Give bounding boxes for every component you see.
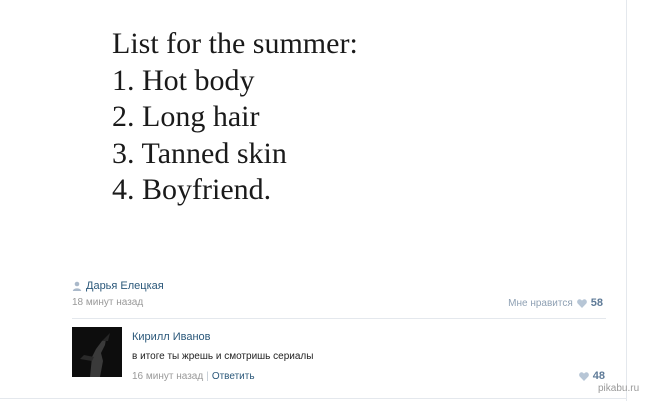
comment-like-count: 48: [592, 370, 605, 382]
comment-author[interactable]: Кирилл Иванов: [132, 331, 211, 343]
divider: [72, 318, 606, 319]
comment-like-button[interactable]: 48: [578, 370, 605, 382]
post-timestamp[interactable]: 18 минут назад: [72, 297, 143, 308]
like-count: 58: [590, 297, 603, 309]
reply-link[interactable]: Ответить: [212, 371, 255, 382]
image-text-line: 1. Hot body: [112, 63, 255, 97]
post-author-name[interactable]: Дарья Елецкая: [86, 280, 164, 292]
watermark: pikabu.ru: [598, 383, 640, 394]
frame-border-bottom: [0, 398, 627, 399]
image-text-line: 2. Long hair: [112, 100, 260, 133]
comment-text: в итоге ты жрешь и смотришь сериалы: [132, 351, 314, 362]
comment-timestamp[interactable]: 16 минут назад: [132, 371, 203, 382]
frame-border-right: [626, 0, 627, 401]
image-text-line: 3. Tanned skin: [112, 136, 287, 170]
image-text-line: 4. Boyfriend.: [112, 173, 272, 206]
post-author[interactable]: Дарья Елецкая: [72, 280, 164, 292]
like-label: Мне нравится: [508, 297, 573, 309]
post-image: List for the summer: 1. Hot body 2. Long…: [112, 26, 358, 209]
meta-separator: |: [206, 371, 209, 382]
avatar-image: [72, 327, 122, 377]
person-icon: [72, 281, 82, 291]
heart-icon: [576, 298, 587, 308]
post-like-button[interactable]: Мне нравится 58: [508, 297, 603, 309]
comment-meta: 16 минут назад | Ответить: [132, 371, 255, 382]
avatar[interactable]: [72, 327, 122, 377]
heart-icon: [578, 371, 589, 381]
image-text-line: List for the summer:: [112, 27, 358, 60]
